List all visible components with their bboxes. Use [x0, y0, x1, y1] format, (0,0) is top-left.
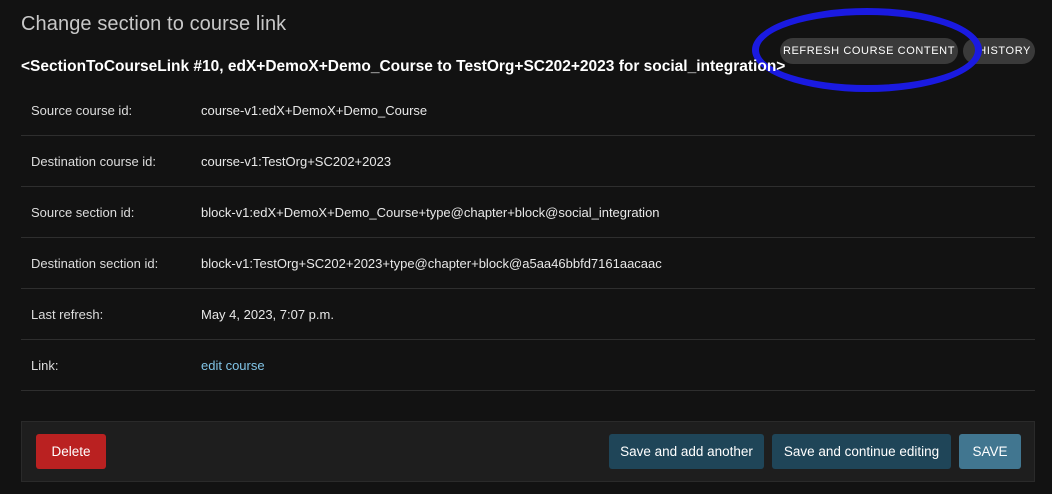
readonly-fields: Source course id: course-v1:edX+DemoX+De…	[21, 85, 1035, 391]
field-label: Last refresh:	[31, 306, 104, 322]
edit-course-link[interactable]: edit course	[201, 358, 265, 373]
field-label: Source course id:	[31, 102, 133, 118]
field-value: block-v1:edX+DemoX+Demo_Course+type@chap…	[201, 204, 660, 220]
save-button[interactable]: SAVE	[959, 434, 1021, 469]
field-value: course-v1:TestOrg+SC202+2023	[201, 153, 392, 169]
save-and-add-another-button[interactable]: Save and add another	[609, 434, 764, 469]
field-value: May 4, 2023, 7:07 p.m.	[201, 306, 334, 322]
page-title: Change section to course link	[21, 13, 287, 35]
field-row-destination-course-id: Destination course id: course-v1:TestOrg…	[21, 136, 1035, 187]
object-title: <SectionToCourseLink #10, edX+DemoX+Demo…	[21, 58, 786, 75]
field-label: Destination section id:	[31, 255, 159, 271]
field-label: Destination course id:	[31, 153, 157, 169]
refresh-course-content-label: REFRESH COURSE CONTENT	[782, 45, 956, 57]
field-row-source-course-id: Source course id: course-v1:edX+DemoX+De…	[21, 85, 1035, 136]
save-and-continue-button[interactable]: Save and continue editing	[772, 434, 951, 469]
field-value: course-v1:edX+DemoX+Demo_Course	[201, 102, 428, 118]
field-row-destination-section-id: Destination section id: block-v1:TestOrg…	[21, 238, 1035, 289]
history-button[interactable]: HISTORY	[963, 38, 1035, 64]
field-row-link: Link: edit course	[21, 340, 1035, 391]
field-row-source-section-id: Source section id: block-v1:edX+DemoX+De…	[21, 187, 1035, 238]
admin-change-page: Change section to course link HISTORY RE…	[0, 0, 1052, 494]
delete-button[interactable]: Delete	[36, 434, 106, 469]
field-row-last-refresh: Last refresh: May 4, 2023, 7:07 p.m.	[21, 289, 1035, 340]
field-value: block-v1:TestOrg+SC202+2023+type@chapter…	[201, 255, 662, 271]
field-label: Source section id:	[31, 204, 135, 220]
refresh-course-content-button[interactable]: REFRESH COURSE CONTENT	[780, 38, 958, 64]
field-label: Link:	[31, 357, 59, 373]
submit-row: Delete Save and add another Save and con…	[21, 421, 1035, 482]
history-button-label: HISTORY	[978, 45, 1031, 57]
